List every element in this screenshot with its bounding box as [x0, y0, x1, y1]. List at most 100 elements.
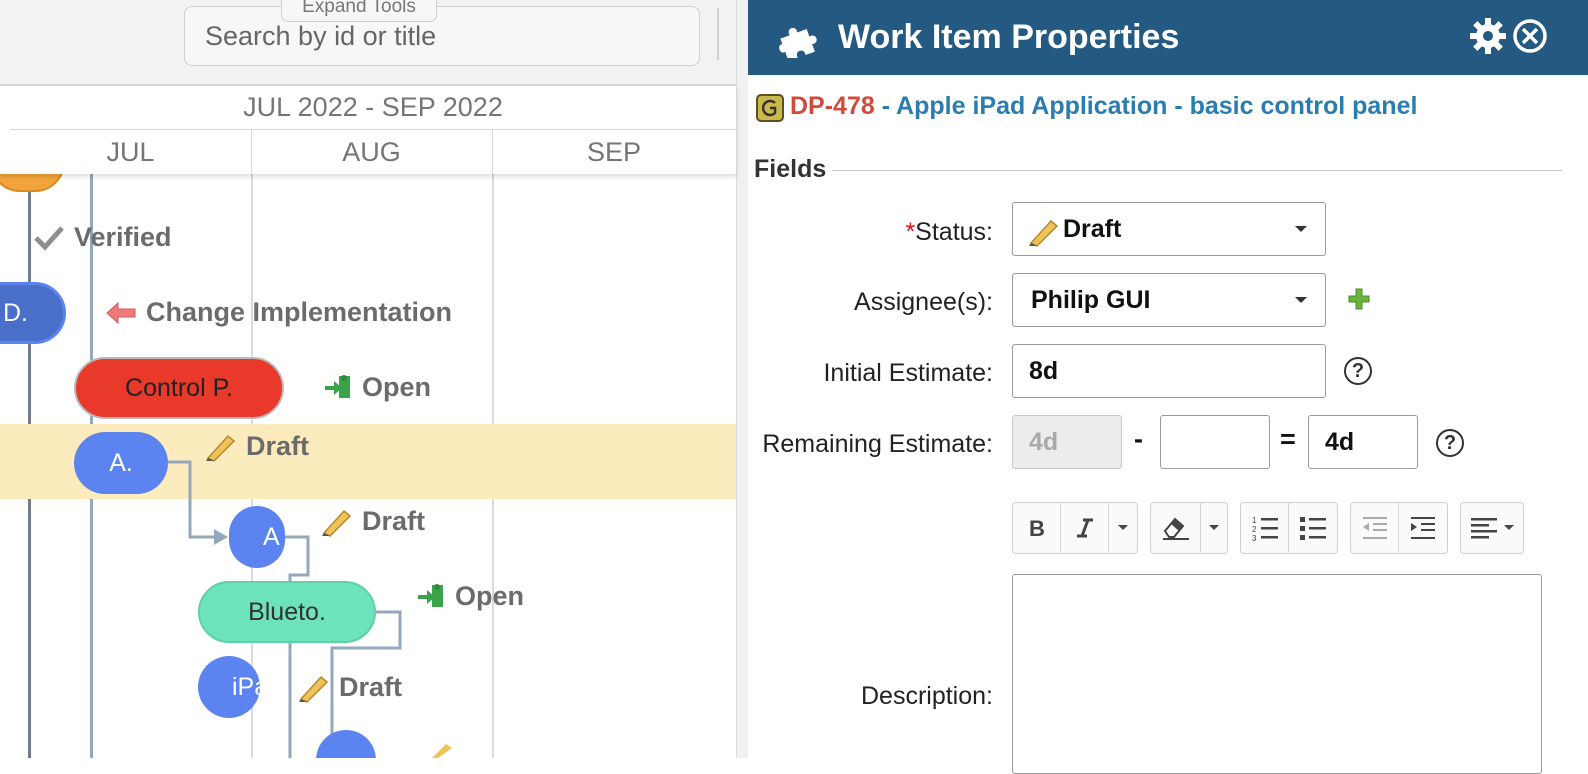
initial-estimate-label: Initial Estimate:	[823, 359, 993, 387]
bold-icon: B	[1029, 517, 1045, 539]
quarter-label: JUL 2022 - SEP 2022	[10, 86, 736, 130]
work-item-id[interactable]: DP-478	[790, 92, 875, 120]
status-label: Draft	[297, 672, 402, 703]
initial-estimate-input[interactable]: 8d	[1012, 344, 1326, 398]
bar-label: D.	[3, 298, 28, 327]
status-field-label: *Status:	[905, 218, 993, 246]
svg-text:B: B	[1029, 517, 1045, 539]
month-label-sep: SEP	[586, 137, 642, 167]
required-marker: *	[905, 218, 916, 246]
status-label: Change Implementation	[106, 297, 452, 328]
expand-tools-button[interactable]: Expand Tools	[281, 0, 437, 22]
open-door-icon	[418, 583, 443, 607]
gantt-bar[interactable]: A	[229, 506, 285, 568]
ordered-list-icon: 123	[1252, 516, 1278, 541]
description-label: Description:	[861, 682, 993, 710]
remaining-estimate-input[interactable]: 4d	[1308, 415, 1418, 469]
svg-text:2: 2	[1252, 525, 1257, 534]
rte-indent-group	[1350, 502, 1448, 554]
svg-text:1: 1	[1252, 516, 1257, 525]
search-input[interactable]	[184, 6, 700, 66]
pencil-icon	[206, 434, 236, 462]
gantt-bar[interactable]: Control P.	[74, 357, 284, 419]
chevron-down-icon	[1295, 226, 1307, 232]
bar-label: A	[263, 522, 280, 551]
gantt-view: D. Control P. A. A Blueto. iPa Verified …	[0, 0, 748, 758]
indent-button[interactable]	[1399, 503, 1447, 552]
section-divider	[832, 170, 1562, 171]
status-label: Draft	[204, 431, 309, 462]
help-icon[interactable]: ?	[1436, 429, 1464, 457]
rte-text-style-group: B	[1012, 502, 1138, 554]
outdent-icon	[1362, 516, 1387, 539]
align-dropdown[interactable]	[1461, 503, 1523, 552]
rte-clear-group	[1150, 502, 1228, 554]
puzzle-icon	[779, 27, 817, 58]
status-label: Verified	[34, 222, 172, 253]
bar-label: A.	[109, 448, 133, 477]
indent-icon	[1411, 516, 1435, 539]
chevron-down-icon	[1209, 525, 1219, 530]
help-icon[interactable]: ?	[1344, 357, 1372, 385]
gear-icon[interactable]	[1470, 18, 1506, 54]
bullet-list-icon	[1300, 516, 1326, 540]
remaining-estimate-readonly: 4d	[1012, 415, 1122, 469]
align-left-icon	[1471, 517, 1497, 538]
bar-label: iPa	[232, 672, 260, 701]
panel-header: Work Item Properties	[748, 0, 1588, 75]
add-assignee-icon[interactable]	[1348, 288, 1370, 310]
gantt-bar[interactable]: Blueto.	[198, 581, 376, 643]
chevron-down-icon	[1295, 297, 1307, 303]
rte-list-group: 123	[1240, 502, 1338, 554]
work-item-title[interactable]: DP-478 - Apple iPad Application - basic …	[790, 92, 1417, 121]
assignee-field-label: Assignee(s):	[854, 288, 993, 316]
more-styles-dropdown[interactable]	[1109, 503, 1137, 552]
toolbar-separator	[717, 8, 719, 60]
italic-button[interactable]	[1061, 503, 1109, 552]
assignee-value: Philip GUI	[1031, 285, 1151, 314]
work-item-name: - Apple iPad Application - basic control…	[874, 92, 1418, 120]
timeline-header: JUL 2022 - SEP 2022 JUL AUG SEP	[0, 86, 737, 174]
ordered-list-button[interactable]: 123	[1241, 503, 1289, 552]
minus-sign: -	[1134, 424, 1143, 454]
work-item-properties-panel: Work Item Properties DP-478 - Apple iPad…	[748, 0, 1588, 774]
chevron-down-icon	[1504, 525, 1514, 530]
clear-format-button[interactable]	[1151, 503, 1201, 552]
toolbar: Expand Tools	[0, 0, 748, 86]
remaining-estimate-label: Remaining Estimate:	[762, 430, 993, 458]
gantt-bar[interactable]: D.	[0, 282, 66, 344]
status-label: Open	[324, 372, 431, 403]
pencil-icon	[1029, 219, 1059, 247]
clear-format-dropdown[interactable]	[1201, 503, 1227, 552]
panel-title: Work Item Properties	[838, 18, 1180, 56]
svg-text:3: 3	[1252, 534, 1257, 541]
pencil-icon	[432, 744, 452, 758]
close-icon[interactable]	[1512, 18, 1548, 54]
gantt-bar[interactable]: iPa	[198, 656, 260, 718]
outdent-button[interactable]	[1351, 503, 1399, 552]
eraser-icon	[1162, 517, 1189, 540]
check-icon	[34, 225, 64, 251]
status-dropdown[interactable]: Draft	[1012, 202, 1326, 256]
pencil-icon	[299, 675, 329, 703]
bold-button[interactable]: B	[1013, 503, 1061, 552]
bullet-list-button[interactable]	[1289, 503, 1337, 552]
equals-sign: =	[1280, 424, 1296, 454]
status-label: Draft	[320, 506, 425, 537]
month-label-aug: AUG	[342, 137, 401, 167]
rte-align-group	[1460, 502, 1524, 554]
assignee-dropdown[interactable]: Philip GUI	[1012, 273, 1326, 327]
month-label-jul: JUL	[106, 137, 155, 167]
remaining-adjust-input[interactable]	[1160, 415, 1270, 469]
description-editor[interactable]	[1012, 574, 1542, 774]
pencil-icon	[322, 509, 352, 537]
work-item-type-icon	[756, 94, 784, 122]
status-value: Draft	[1063, 214, 1122, 243]
italic-icon	[1076, 518, 1093, 537]
gantt-bar[interactable]: A.	[74, 432, 168, 494]
chevron-down-icon	[1118, 525, 1128, 530]
arrow-left-icon	[106, 301, 136, 324]
fields-section-title: Fields	[754, 155, 827, 183]
status-label: Open	[417, 581, 524, 612]
open-door-icon	[325, 374, 350, 398]
